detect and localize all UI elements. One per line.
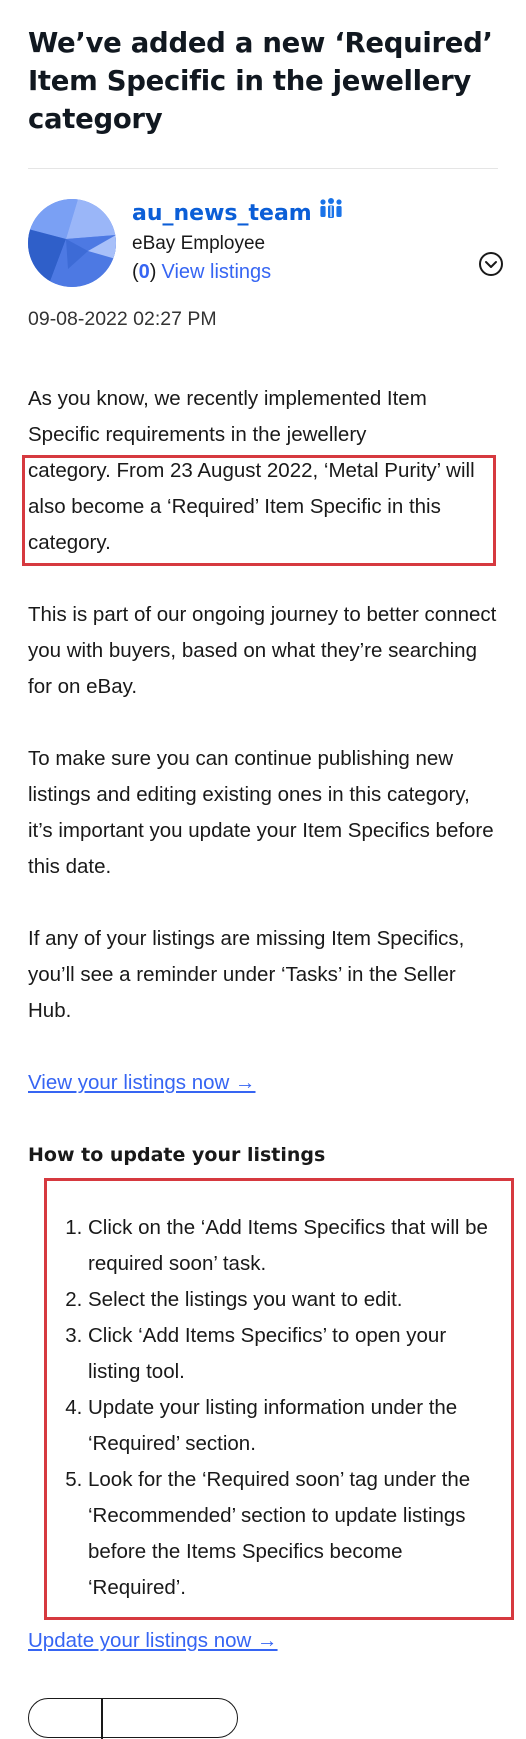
- how-to-heading: How to update your listings: [28, 1144, 326, 1166]
- paragraph-update-before-date: To make sure you can continue publishing…: [28, 747, 494, 878]
- highlight-annotation-steps: [44, 1178, 514, 1620]
- avatar-image: [28, 199, 116, 287]
- avatar[interactable]: [28, 199, 116, 287]
- kudos-button-group[interactable]: [28, 1698, 238, 1739]
- paragraph-intro: As you know, we recently implemented Ite…: [28, 387, 427, 446]
- author-listings: (0) View listings: [132, 259, 271, 285]
- view-listings-now-link[interactable]: View your listings now →: [28, 1065, 256, 1101]
- post-container: We’ve added a new ‘Required’ Item Specif…: [28, 0, 503, 330]
- post-timestamp: 09-08-2022 02:27 PM: [28, 308, 217, 330]
- author-name: au_news_team: [132, 201, 312, 226]
- paragraph-journey: This is part of our ongoing journey to b…: [28, 603, 497, 698]
- chevron-down-circle-icon[interactable]: [478, 251, 504, 277]
- highlight-annotation-paragraph: [22, 455, 496, 566]
- listing-count[interactable]: 0: [139, 261, 150, 283]
- listings-paren-open: (: [132, 261, 139, 283]
- update-listings-now-link[interactable]: Update your listings now →: [28, 1623, 278, 1659]
- paragraph-seller-hub: If any of your listings are missing Item…: [28, 927, 465, 1022]
- author-block: au_news_team eBay Employee (0) View listi…: [28, 169, 503, 330]
- author-role: eBay Employee: [132, 233, 266, 254]
- kudos-divider: [101, 1699, 103, 1739]
- employee-badge-icon: [318, 197, 344, 228]
- author-name-link[interactable]: au_news_team: [132, 197, 344, 229]
- post-title: We’ve added a new ‘Required’ Item Specif…: [28, 27, 493, 135]
- listings-paren-close: ): [149, 261, 157, 283]
- view-listings-link[interactable]: View listings: [161, 261, 271, 283]
